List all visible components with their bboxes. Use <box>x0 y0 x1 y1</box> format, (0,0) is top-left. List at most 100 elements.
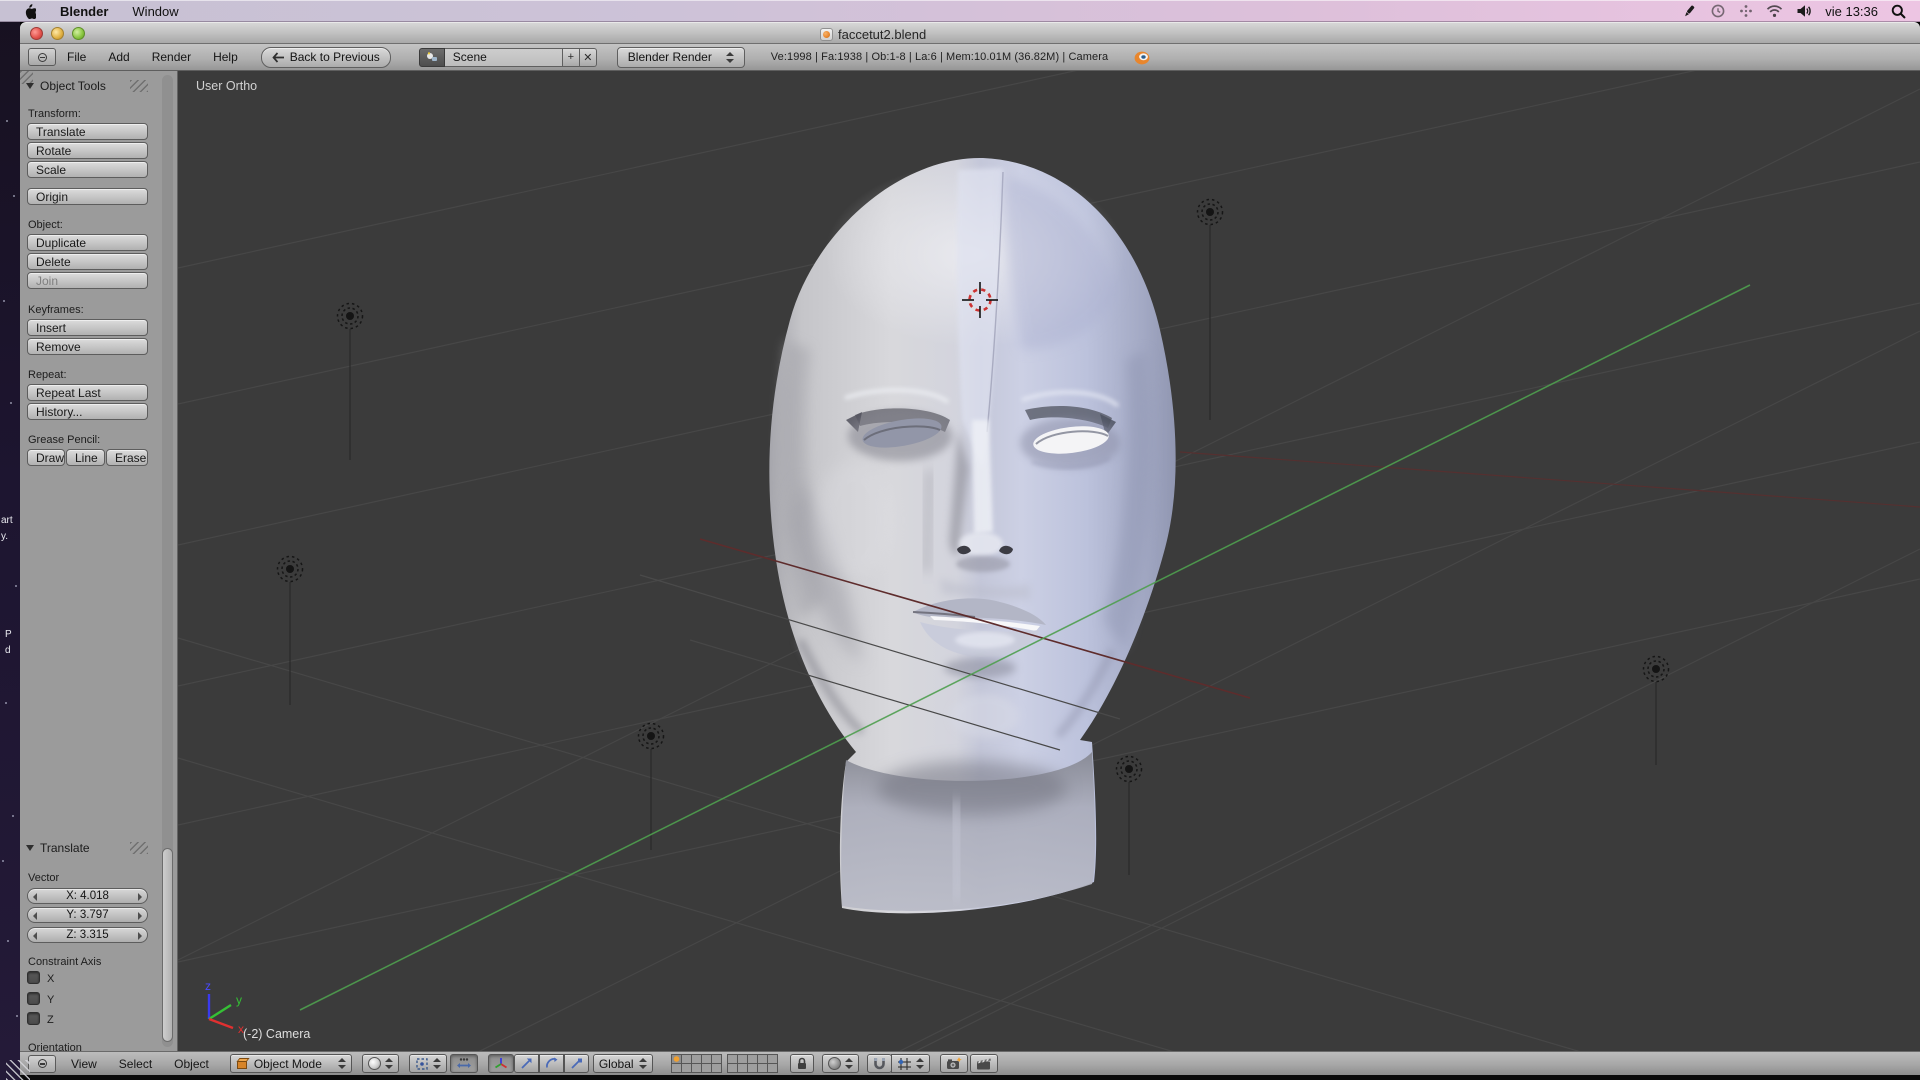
desktop-label-fragment: art <box>1 516 13 526</box>
snap-element-dropdown[interactable] <box>822 1054 859 1073</box>
translate-panel-header[interactable]: Translate <box>26 841 90 855</box>
manipulate-center-points-toggle[interactable] <box>450 1054 478 1073</box>
object-tools-panel-header[interactable]: Object Tools <box>26 79 106 93</box>
pen-tablet-icon[interactable] <box>1682 4 1697 19</box>
viewport-header: View Select Object Object Mode Global <box>20 1051 1920 1075</box>
constraint-z-label: Z <box>47 1014 54 1026</box>
viewport-shading-dropdown[interactable] <box>362 1054 399 1073</box>
origin-button[interactable]: Origin <box>27 188 148 205</box>
scene-datablock-selector: Scene + ✕ <box>419 48 597 67</box>
menu-file[interactable]: File <box>56 44 97 70</box>
time-machine-icon[interactable] <box>1710 3 1726 19</box>
window-titlebar[interactable]: faccetut2.blend <box>20 22 1920 44</box>
opengl-render-button[interactable] <box>940 1054 968 1073</box>
minimize-button[interactable] <box>51 27 64 40</box>
layer-cell-active[interactable] <box>672 1055 681 1063</box>
constraint-x-checkbox[interactable] <box>27 971 40 984</box>
menu-help[interactable]: Help <box>202 44 249 70</box>
rotate-manipulator-button[interactable] <box>539 1054 564 1073</box>
vector-z-field[interactable]: Z: 3.315 <box>27 927 148 943</box>
view-menu[interactable]: View <box>60 1052 108 1075</box>
app-menu-blender[interactable]: Blender <box>48 0 120 22</box>
viewport-editor-type-button[interactable] <box>28 1055 56 1073</box>
panel-drag-icon[interactable] <box>130 842 148 854</box>
rotate-button[interactable]: Rotate <box>27 142 148 159</box>
menu-add[interactable]: Add <box>97 44 140 70</box>
snap-toggle[interactable] <box>867 1054 892 1073</box>
pivot-point-dropdown[interactable] <box>409 1054 447 1073</box>
translate-button[interactable]: Translate <box>27 123 148 140</box>
vector-y-field[interactable]: Y: 3.797 <box>27 907 148 923</box>
translate-manipulator-icon <box>520 1057 533 1070</box>
scale-manipulator-icon <box>570 1057 583 1070</box>
translate-manipulator-button[interactable] <box>514 1054 539 1073</box>
object-label: Object: <box>28 219 63 231</box>
constraint-y-checkbox[interactable] <box>27 992 40 1005</box>
lock-icon <box>796 1057 808 1070</box>
constraint-z-checkbox[interactable] <box>27 1012 40 1025</box>
viewport-editor-icon <box>38 1059 47 1068</box>
transform-orientation-dropdown[interactable]: Global <box>593 1054 653 1073</box>
scene-name-field[interactable]: Scene <box>445 48 563 67</box>
opengl-render-anim-button[interactable] <box>970 1054 998 1073</box>
pivot-icon <box>415 1057 429 1071</box>
remove-keyframe-button[interactable]: Remove <box>27 338 148 355</box>
grease-erase-button[interactable]: Erase <box>106 449 148 466</box>
menu-render[interactable]: Render <box>141 44 202 70</box>
panel-drag-icon[interactable] <box>130 80 148 92</box>
desktop-label-fragment: y. <box>1 532 8 542</box>
layers-grid-2[interactable] <box>727 1054 778 1073</box>
history-button[interactable]: History... <box>27 403 148 420</box>
input-dots-icon[interactable] <box>1739 4 1753 18</box>
tool-shelf: Object Tools Transform: Translate Rotate… <box>20 71 178 1051</box>
dropdown-arrows-icon <box>726 52 734 63</box>
magnet-icon <box>873 1057 886 1071</box>
scene-add-button[interactable]: + <box>563 48 580 67</box>
rotate-manipulator-icon <box>545 1057 558 1070</box>
repeat-last-button[interactable]: Repeat Last <box>27 384 148 401</box>
lock-to-scene-toggle[interactable] <box>790 1054 814 1073</box>
apple-menu[interactable] <box>10 0 48 22</box>
delete-button[interactable]: Delete <box>27 253 148 270</box>
menubar-clock[interactable]: vie 13:36 <box>1825 4 1878 19</box>
dropdown-arrows-icon <box>916 1058 924 1069</box>
grease-line-button[interactable]: Line <box>66 449 105 466</box>
macos-menubar: Blender Window vie 13:36 <box>0 0 1920 22</box>
scene-unlink-button[interactable]: ✕ <box>580 48 597 67</box>
editor-type-button[interactable] <box>28 48 56 66</box>
desktop-label-fragment: d <box>5 646 11 656</box>
back-to-previous-button[interactable]: Back to Previous <box>261 47 391 68</box>
scale-manipulator-button[interactable] <box>564 1054 589 1073</box>
dropdown-arrows-icon <box>385 1058 393 1069</box>
insert-keyframe-button[interactable]: Insert <box>27 319 148 336</box>
axis-y-label: y <box>236 993 242 1007</box>
panel-collapse-icon <box>26 83 34 89</box>
scale-button[interactable]: Scale <box>27 161 148 178</box>
vector-x-field[interactable]: X: 4.018 <box>27 888 148 904</box>
close-button[interactable] <box>30 27 43 40</box>
vector-label: Vector <box>28 872 59 884</box>
mode-dropdown[interactable]: Object Mode <box>230 1054 352 1073</box>
orientation-label: Orientation <box>28 1042 82 1051</box>
volume-icon[interactable] <box>1796 4 1812 18</box>
snap-target-dropdown[interactable] <box>891 1054 930 1073</box>
constraint-axis-label: Constraint Axis <box>28 956 101 968</box>
select-menu[interactable]: Select <box>108 1052 163 1075</box>
manipulator-toggle[interactable] <box>488 1054 514 1073</box>
resize-grip[interactable] <box>6 1060 30 1080</box>
join-button[interactable]: Join <box>27 272 148 289</box>
zoom-button[interactable] <box>72 27 85 40</box>
object-menu[interactable]: Object <box>163 1052 220 1075</box>
scene-browse-button[interactable] <box>419 48 445 67</box>
grease-draw-button[interactable]: Draw <box>27 449 65 466</box>
scene-statistics: Ve:1998 | Fa:1938 | Ob:1-8 | La:6 | Mem:… <box>771 51 1108 63</box>
spotlight-icon[interactable] <box>1891 4 1906 19</box>
dropdown-arrows-icon <box>845 1058 853 1069</box>
duplicate-button[interactable]: Duplicate <box>27 234 148 251</box>
layers-grid-1[interactable] <box>671 1054 722 1073</box>
shelf-scrollbar-thumb[interactable] <box>162 848 173 1042</box>
viewport-3d[interactable]: z y x User Ortho (-2) Camera <box>0 0 1920 1080</box>
wifi-icon[interactable] <box>1766 4 1783 18</box>
render-engine-dropdown[interactable]: Blender Render <box>617 47 745 68</box>
menu-window[interactable]: Window <box>120 0 190 22</box>
